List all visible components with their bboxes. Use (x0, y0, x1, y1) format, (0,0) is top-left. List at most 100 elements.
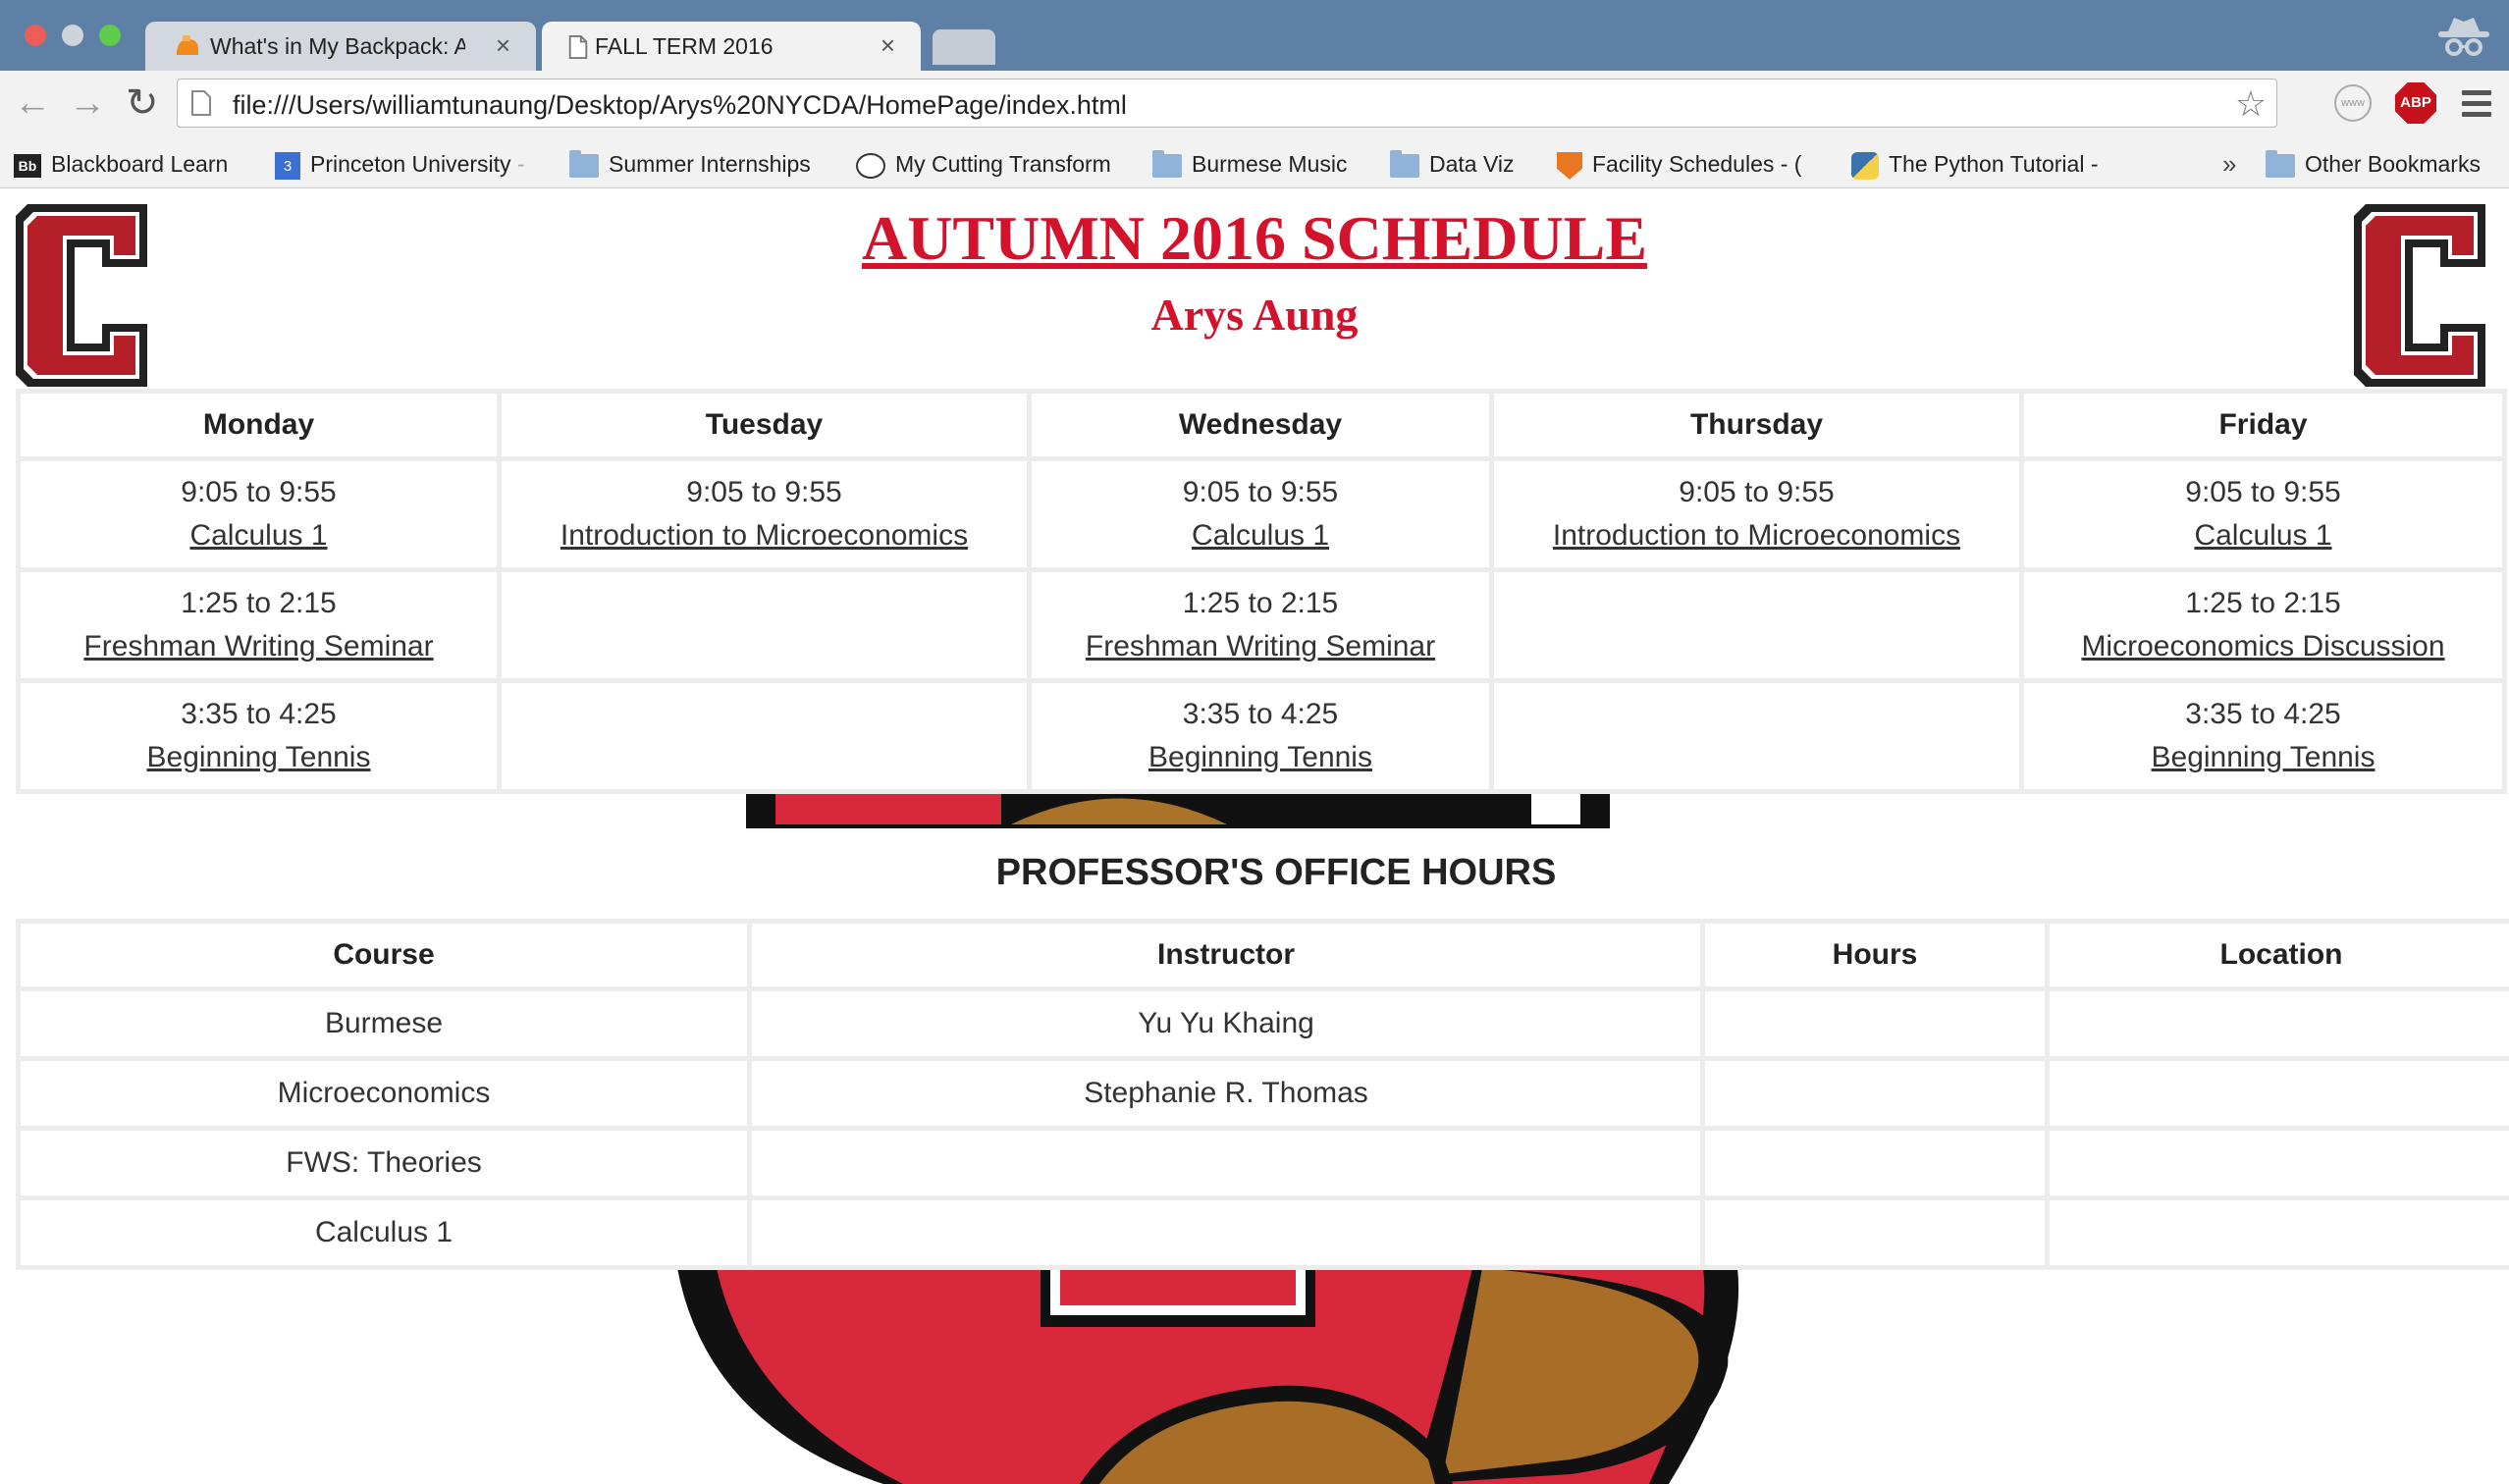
forward-button[interactable]: → (69, 80, 106, 126)
address-bar[interactable]: file:///Users/williamtunaung/Desktop/Ary… (177, 79, 2277, 128)
bookmark-python-tutorial[interactable]: The Python Tutorial - (1851, 147, 2126, 181)
table-header-row: Course Instructor Hours Location (21, 924, 2509, 986)
day-header: Thursday (1494, 394, 2019, 456)
course-cell: FWS: Theories (21, 1131, 747, 1195)
bookmark-princeton[interactable]: 3 Princeton University - (275, 147, 525, 181)
www-extension-icon[interactable]: www (2334, 84, 2372, 122)
close-window-button[interactable] (25, 25, 46, 46)
zoom-window-button[interactable] (99, 25, 121, 46)
office-hours-table: Course Instructor Hours Location Burmese… (16, 919, 2509, 1270)
bookmark-star-icon[interactable]: ☆ (2235, 83, 2267, 125)
page-icon (191, 90, 211, 116)
hours-cell (1705, 1200, 2045, 1265)
schedule-cell-empty (502, 572, 1027, 678)
day-header: Wednesday (1032, 394, 1489, 456)
instructor-cell (752, 1200, 1700, 1265)
class-time: 9:05 to 9:55 (1679, 476, 1835, 508)
web-page: AUTUMN 2016 SCHEDULE Arys Aung Monday Tu… (0, 188, 2509, 1484)
python-icon (1851, 151, 1879, 180)
course-link[interactable]: Calculus 1 (2194, 519, 2331, 552)
day-header: Friday (2024, 394, 2502, 456)
column-header: Course (21, 924, 747, 986)
schedule-cell: 3:35 to 4:25 Beginning Tennis (2024, 683, 2502, 789)
table-row: Burmese Yu Yu Khaing (21, 991, 2509, 1056)
backpack-favicon-icon (177, 35, 198, 55)
course-cell: Calculus 1 (21, 1200, 747, 1265)
table-row: Microeconomics Stephanie R. Thomas (21, 1061, 2509, 1126)
url-text: file:///Users/williamtunaung/Desktop/Ary… (233, 90, 1127, 120)
course-link[interactable]: Calculus 1 (189, 519, 327, 552)
tab-backpack[interactable]: What's in My Backpack: A T × (145, 22, 536, 73)
table-row: 9:05 to 9:55 Calculus 1 9:05 to 9:55 Intro… (21, 461, 2502, 567)
browser-toolbar: ← → ↻ file:///Users/williamtunaung/Deskt… (0, 71, 2509, 139)
class-time: 9:05 to 9:55 (1182, 476, 1339, 508)
schedule-cell: 9:05 to 9:55 Introduction to Microeconomi… (502, 461, 1027, 567)
class-time: 1:25 to 2:15 (2185, 587, 2341, 619)
class-time: 3:35 to 4:25 (2185, 698, 2341, 730)
tab-title: FALL TERM 2016 (595, 33, 774, 59)
location-cell (2050, 1200, 2509, 1265)
document-icon (568, 35, 588, 59)
close-tab-icon[interactable]: × (496, 30, 510, 61)
course-link[interactable]: Beginning Tennis (1148, 741, 1372, 773)
weekly-schedule-table: Monday Tuesday Wednesday Thursday Friday… (16, 389, 2507, 794)
schedule-cell-empty (502, 683, 1027, 789)
schedule-cell: 9:05 to 9:55 Calculus 1 (2024, 461, 2502, 567)
student-name: Arys Aung (1150, 290, 1359, 340)
close-tab-icon[interactable]: × (881, 30, 895, 61)
adblock-plus-icon[interactable]: ABP (2395, 82, 2436, 124)
folder-icon (569, 149, 599, 178)
course-link[interactable]: Introduction to Microeconomics (1553, 519, 1960, 552)
bookmarks-overflow-chevron-icon[interactable]: » (2222, 147, 2236, 181)
bookmark-summer-internships[interactable]: Summer Internships (569, 147, 811, 181)
menu-icon[interactable] (2462, 90, 2491, 118)
instructor-cell: Yu Yu Khaing (752, 991, 1700, 1056)
class-time: 1:25 to 2:15 (1182, 587, 1339, 619)
browser-tab-strip: What's in My Backpack: A T × FALL TERM 2… (0, 0, 2509, 73)
course-link[interactable]: Beginning Tennis (2152, 741, 2376, 773)
reddit-icon (856, 152, 885, 179)
schedule-cell: 1:25 to 2:15 Freshman Writing Seminar (21, 572, 497, 678)
course-link[interactable]: Calculus 1 (1192, 519, 1329, 552)
office-hours-heading: PROFESSOR'S OFFICE HOURS (995, 852, 1557, 893)
day-header: Monday (21, 394, 497, 456)
bookmark-cutting[interactable]: My Cutting Transform (856, 147, 1127, 181)
column-header: Instructor (752, 924, 1700, 986)
schedule-cell: 3:35 to 4:25 Beginning Tennis (21, 683, 497, 789)
course-link[interactable]: Introduction to Microeconomics (561, 519, 968, 552)
bookmarks-bar: Bb Blackboard Learn 3 Princeton University… (0, 139, 2509, 188)
tab-fall-term[interactable]: FALL TERM 2016 × (542, 22, 921, 73)
day-header: Tuesday (502, 394, 1027, 456)
instructor-cell (752, 1131, 1700, 1195)
minimize-window-button[interactable] (62, 25, 83, 46)
bookmark-other[interactable]: Other Bookmarks (2266, 147, 2481, 181)
instructor-cell: Stephanie R. Thomas (752, 1061, 1700, 1126)
schedule-cell: 9:05 to 9:55 Calculus 1 (21, 461, 497, 567)
course-link[interactable]: Beginning Tennis (147, 741, 371, 773)
course-cell: Microeconomics (21, 1061, 747, 1126)
table-row: 3:35 to 4:25 Beginning Tennis 3:35 to 4:2… (21, 683, 2502, 789)
bookmark-facility-schedules[interactable]: Facility Schedules - ( (1557, 147, 1842, 181)
new-tab-button[interactable] (933, 29, 995, 65)
schedule-cell-empty (1494, 572, 2019, 678)
column-header: Hours (1705, 924, 2045, 986)
course-link[interactable]: Microeconomics Discussion (2081, 630, 2444, 662)
table-row: Calculus 1 (21, 1200, 2509, 1265)
course-link[interactable]: Freshman Writing Seminar (83, 630, 433, 662)
schedule-cell-empty (1494, 683, 2019, 789)
class-time: 9:05 to 9:55 (686, 476, 842, 508)
back-button[interactable]: ← (14, 80, 51, 126)
course-link[interactable]: Freshman Writing Seminar (1086, 630, 1435, 662)
class-time: 9:05 to 9:55 (2185, 476, 2341, 508)
bookmark-blackboard[interactable]: Bb Blackboard Learn (14, 147, 228, 181)
bookmark-burmese-music[interactable]: Burmese Music (1152, 147, 1347, 181)
hours-cell (1705, 1061, 2045, 1126)
bookmark-data-viz[interactable]: Data Viz (1390, 147, 1515, 181)
hours-cell (1705, 1131, 2045, 1195)
class-time: 3:35 to 4:25 (1182, 698, 1339, 730)
table-row: FWS: Theories (21, 1131, 2509, 1195)
blackboard-icon: Bb (14, 153, 41, 178)
calendar-icon: 3 (275, 151, 300, 180)
reload-button[interactable]: ↻ (126, 80, 159, 126)
schedule-cell: 3:35 to 4:25 Beginning Tennis (1032, 683, 1489, 789)
